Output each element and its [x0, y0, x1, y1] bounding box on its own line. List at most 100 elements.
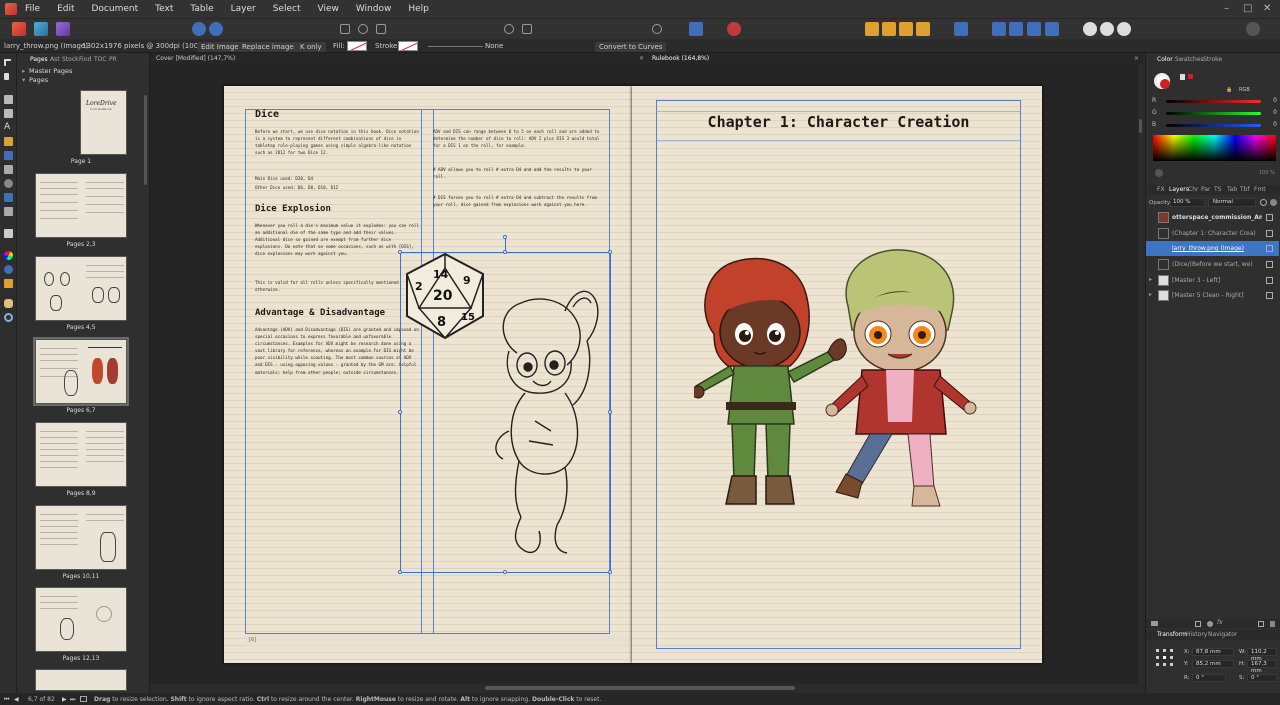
account-icon[interactable]	[1246, 22, 1260, 36]
expand-master-icon[interactable]: ▸	[22, 67, 25, 75]
convert-to-curves-button[interactable]: Convert to Curves	[595, 42, 667, 52]
resize-handle[interactable]	[608, 410, 612, 414]
layer-row[interactable]: otterspace_commission_Ana...	[1146, 210, 1279, 225]
spread-thumbnail[interactable]	[35, 505, 127, 570]
tab-formatting[interactable]: Fmt	[1254, 186, 1266, 193]
tab-paragraph[interactable]: Par	[1201, 186, 1211, 193]
color-picker-icon[interactable]	[4, 251, 13, 260]
slider-track[interactable]	[1166, 124, 1261, 127]
layer-visibility-checkbox[interactable]	[1266, 292, 1273, 299]
page-icon[interactable]	[80, 696, 87, 702]
resize-handle[interactable]	[398, 250, 402, 254]
boolean-intersect-icon[interactable]	[1117, 22, 1131, 36]
layer-visibility-checkbox[interactable]	[1266, 261, 1273, 268]
layer-visibility-checkbox[interactable]	[1266, 214, 1273, 221]
table-tool-icon[interactable]	[376, 24, 386, 34]
master-pages-label[interactable]: Master Pages	[29, 67, 72, 75]
close-icon[interactable]: ✕	[1263, 3, 1271, 14]
menu-select[interactable]: Select	[273, 4, 301, 14]
y-input[interactable]: 85,2 mm	[1192, 660, 1234, 668]
resize-handle[interactable]	[503, 570, 507, 574]
pin-icon[interactable]	[504, 24, 514, 34]
menu-document[interactable]: Document	[92, 4, 139, 14]
preview-icon[interactable]	[689, 22, 703, 36]
shape-tool-icon[interactable]	[358, 24, 368, 34]
tab-toc[interactable]: TOC	[94, 56, 107, 63]
tab-navigator[interactable]: Navigator	[1208, 631, 1237, 638]
tab-pr[interactable]: PR	[109, 56, 117, 63]
menu-help[interactable]: Help	[408, 4, 429, 14]
artistic-text-tool-icon[interactable]: A	[4, 123, 13, 132]
layer-row[interactable]: ▸ [Master 3 - Left]	[1146, 273, 1279, 288]
boolean-subtract-icon[interactable]	[1100, 22, 1114, 36]
recent-color-swatch[interactable]	[1188, 74, 1193, 79]
fill-tool-icon[interactable]	[4, 265, 13, 274]
x-input[interactable]: 87,8 mm	[1192, 648, 1234, 656]
menu-layer[interactable]: Layer	[231, 4, 256, 14]
tab-cover[interactable]: Cover [Modified] (147,7%)	[156, 55, 235, 62]
maximize-icon[interactable]: □	[1243, 3, 1252, 14]
vector-crop-tool-icon[interactable]	[4, 207, 13, 216]
character-illustration-right[interactable]	[822, 246, 982, 514]
tab-swatches[interactable]: Swatches	[1175, 56, 1204, 63]
arrange-back-icon[interactable]	[865, 22, 879, 36]
designer-persona-icon[interactable]	[12, 22, 26, 36]
tab-history[interactable]: History	[1186, 631, 1207, 638]
tab-transform[interactable]: Transform	[1157, 631, 1187, 638]
menu-edit[interactable]: Edit	[57, 4, 74, 14]
picture-frame-tool-icon[interactable]	[4, 165, 13, 174]
layer-name[interactable]: (Dice/(Before we start, we)	[1172, 261, 1262, 268]
tab-text-frame[interactable]: Tbf	[1240, 186, 1250, 193]
spread-thumbnail[interactable]	[35, 669, 127, 691]
layer-visibility-checkbox[interactable]	[1266, 230, 1273, 237]
color-mode-select[interactable]: RGB	[1239, 87, 1250, 93]
stroke-width-slider[interactable]	[428, 46, 483, 47]
expand-pages-icon[interactable]: ▾	[22, 76, 25, 84]
tab-find[interactable]: Find	[79, 56, 91, 63]
eyedropper-icon[interactable]	[1180, 74, 1185, 80]
left-page[interactable]: Dice Before we start, we use dice notati…	[224, 86, 632, 663]
k-only-button[interactable]: K only	[296, 42, 326, 52]
color-spectrum[interactable]	[1153, 135, 1276, 161]
first-page-icon[interactable]: ⏮	[4, 696, 9, 704]
edit-image-button[interactable]: Edit Image	[197, 42, 243, 52]
mask-layer-icon[interactable]	[1195, 621, 1201, 627]
horizontal-scrollbar[interactable]	[485, 686, 795, 690]
zoom-tool-icon[interactable]	[4, 313, 13, 322]
pages-scrollbar[interactable]	[144, 95, 147, 185]
fill-swatch[interactable]	[347, 41, 367, 51]
rotate-right-icon[interactable]	[1045, 22, 1059, 36]
node-tool-icon[interactable]	[4, 73, 9, 80]
add-layer-icon[interactable]	[1258, 621, 1264, 627]
place-image-tool-icon[interactable]	[4, 193, 13, 202]
slider-value[interactable]: 0	[1273, 121, 1277, 128]
resize-handle[interactable]	[398, 570, 402, 574]
resize-handle[interactable]	[398, 410, 402, 414]
spread-thumbnail[interactable]	[35, 587, 127, 652]
frame-text-tool-icon[interactable]	[4, 95, 13, 104]
snapping-icon[interactable]	[727, 22, 741, 36]
tab-assets[interactable]: Ast	[50, 56, 60, 63]
tab-layers[interactable]: Layers	[1169, 186, 1189, 193]
publisher-persona-icon[interactable]	[56, 22, 70, 36]
document-canvas[interactable]: Dice Before we start, we use dice notati…	[150, 64, 1142, 690]
adjustment-icon[interactable]	[1207, 621, 1213, 627]
boolean-add-icon[interactable]	[1083, 22, 1097, 36]
rotation-input[interactable]: 0 °	[1192, 674, 1226, 682]
layer-options-icon[interactable]	[1151, 621, 1158, 626]
menu-file[interactable]: File	[25, 4, 40, 14]
replace-image-button[interactable]: Replace image	[238, 42, 298, 52]
arrange-backward-icon[interactable]	[882, 22, 896, 36]
expand-layer-icon[interactable]: ▸	[1149, 276, 1152, 283]
frame-tool-icon[interactable]	[340, 24, 350, 34]
slider-value[interactable]: 0	[1273, 109, 1277, 116]
layer-name[interactable]: larry_throw.png (Image)	[1172, 245, 1262, 252]
resize-handle[interactable]	[608, 570, 612, 574]
layer-row[interactable]: ▸ [Master 5 Clean - Right]	[1146, 288, 1279, 303]
tab-tables[interactable]: Tab	[1227, 186, 1237, 193]
view-mode-icon[interactable]	[652, 24, 662, 34]
anchor-point-selector[interactable]	[1156, 649, 1174, 667]
close-tab-icon[interactable]: ✕	[1134, 55, 1139, 62]
pages-label[interactable]: Pages	[29, 76, 48, 84]
move-tool-icon[interactable]	[4, 59, 11, 66]
